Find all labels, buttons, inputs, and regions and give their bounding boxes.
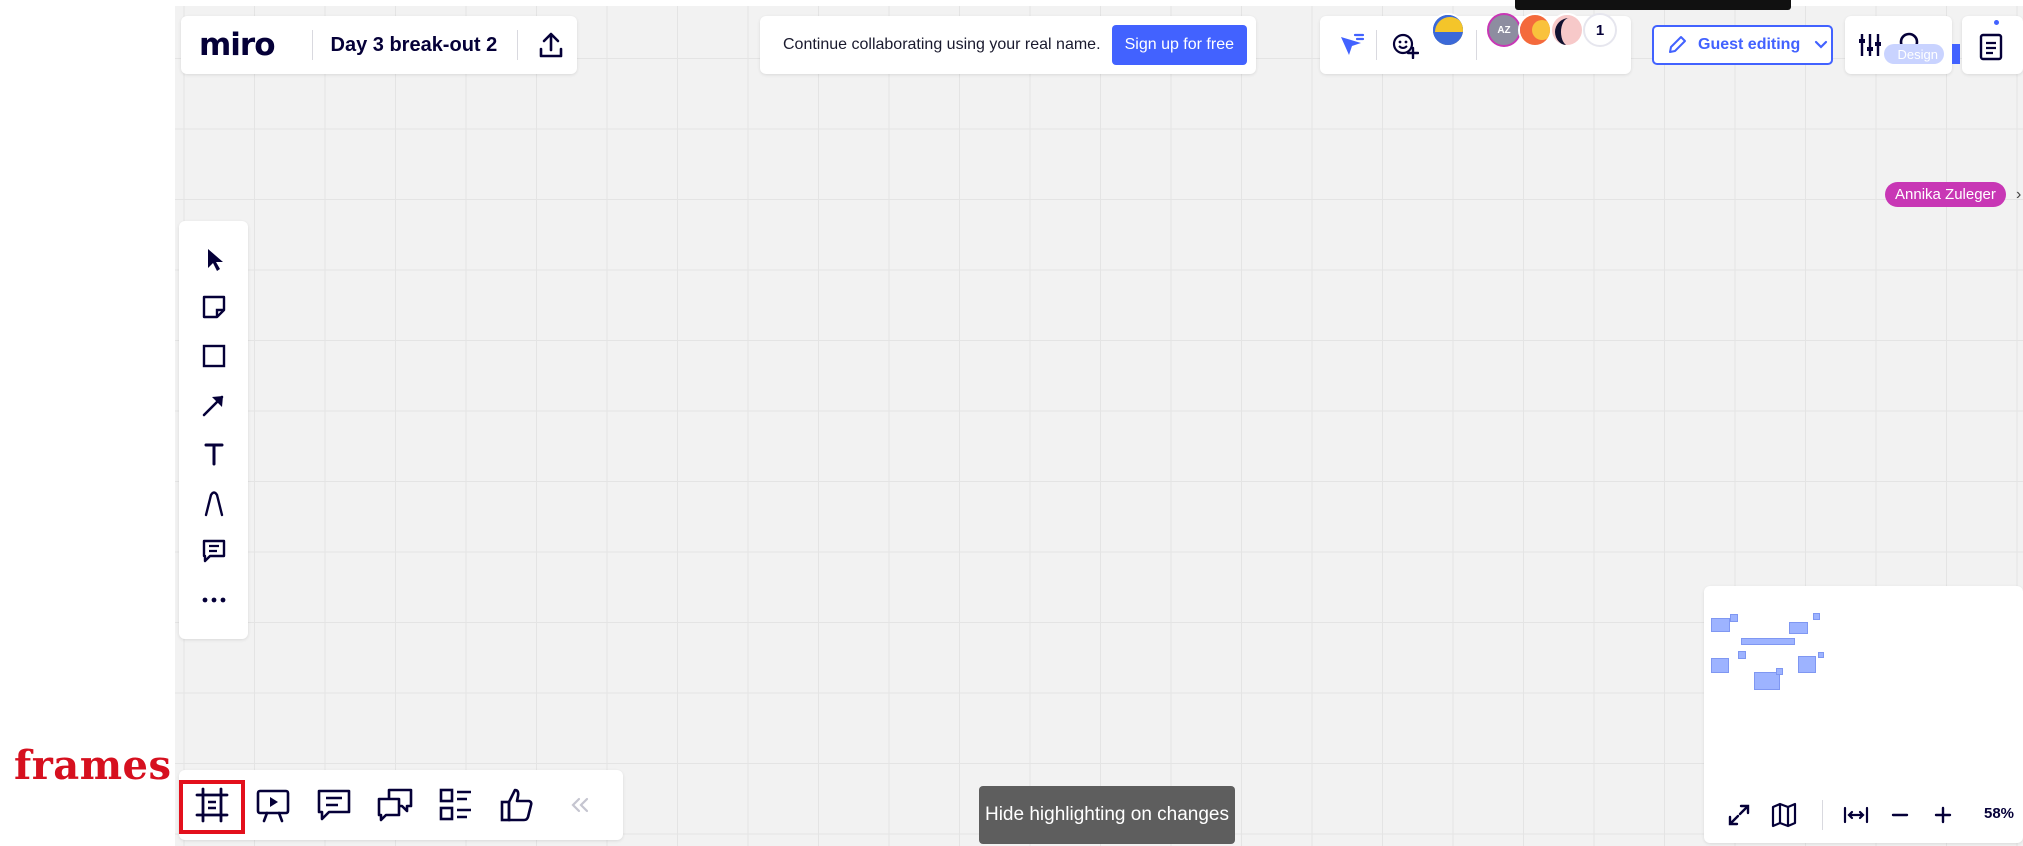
voting-icon[interactable] bbox=[486, 774, 548, 836]
presentation-icon[interactable] bbox=[242, 774, 304, 836]
collapse-toolbar-icon[interactable] bbox=[549, 774, 611, 836]
fullscreen-icon[interactable] bbox=[1724, 800, 1754, 830]
partial-presence-marker bbox=[1952, 44, 1960, 64]
select-tool-icon[interactable] bbox=[179, 235, 248, 283]
more-collaborators-count[interactable]: 1 bbox=[1583, 13, 1617, 47]
divider bbox=[311, 30, 313, 60]
banner-message: Continue collaborating using your real n… bbox=[783, 36, 1101, 53]
board-title[interactable]: Day 3 break-out 2 bbox=[331, 34, 498, 57]
board-header-panel: miro Day 3 break-out 2 bbox=[181, 16, 577, 74]
minimap-frame bbox=[1711, 618, 1730, 632]
sign-up-button[interactable]: Sign up for free bbox=[1111, 25, 1247, 65]
divider bbox=[1376, 30, 1377, 60]
hide-highlighting-toast[interactable]: Hide highlighting on changes bbox=[979, 786, 1235, 844]
minimap-frame bbox=[1813, 613, 1820, 620]
notification-dot bbox=[1994, 20, 1999, 25]
minimap-frame bbox=[1776, 668, 1783, 675]
notes-panel bbox=[1962, 16, 2023, 74]
collaborator-avatar[interactable] bbox=[1550, 13, 1584, 47]
settings-sliders-icon[interactable] bbox=[1855, 30, 1885, 60]
miro-board-screen: frames miro Day 3 break-out 2 Continue c… bbox=[0, 0, 2023, 846]
map-icon[interactable] bbox=[1769, 800, 1799, 830]
minimap-frame bbox=[1730, 614, 1738, 622]
minimap-frame bbox=[1741, 638, 1795, 645]
follow-cursor-icon[interactable] bbox=[1336, 30, 1366, 60]
divider bbox=[517, 30, 519, 60]
connection-line-icon[interactable] bbox=[179, 381, 248, 429]
more-tools-icon[interactable] bbox=[179, 576, 248, 624]
zoom-out-icon[interactable] bbox=[1885, 800, 1915, 830]
divider bbox=[1476, 30, 1477, 60]
minimap-frame bbox=[1798, 656, 1816, 673]
minimap-frame bbox=[1711, 658, 1729, 673]
minimap-frame bbox=[1789, 622, 1808, 634]
top-edge-bar bbox=[1515, 0, 1791, 10]
shape-tool-icon[interactable] bbox=[179, 332, 248, 380]
minimap-frame bbox=[1738, 651, 1746, 659]
divider bbox=[1822, 800, 1823, 830]
annotation-label: frames bbox=[14, 742, 172, 789]
cursor-arrow-icon: › bbox=[2016, 186, 2022, 203]
pen-tool-icon[interactable] bbox=[179, 479, 248, 527]
collaborator-avatar[interactable] bbox=[1518, 13, 1552, 47]
fit-to-screen-icon[interactable] bbox=[1841, 800, 1871, 830]
chevron-down-icon bbox=[1814, 40, 1828, 50]
zoom-level[interactable]: 58% bbox=[1984, 805, 2014, 822]
notes-icon[interactable] bbox=[1976, 30, 2006, 62]
pencil-icon bbox=[1666, 34, 1688, 56]
minimap-panel bbox=[1704, 586, 2023, 843]
sticky-note-icon[interactable] bbox=[179, 283, 248, 331]
my-avatar[interactable] bbox=[1431, 13, 1465, 47]
zoom-in-icon[interactable] bbox=[1928, 800, 1958, 830]
partial-presence-tag: Design bbox=[1884, 44, 1944, 64]
miro-logo[interactable]: miro bbox=[199, 27, 276, 63]
collaboration-toolbar bbox=[179, 770, 623, 840]
text-tool-icon[interactable] bbox=[179, 430, 248, 478]
signup-banner: Continue collaborating using your real n… bbox=[760, 16, 1256, 74]
comment-tool-icon[interactable] bbox=[179, 527, 248, 575]
frames-highlight-box bbox=[179, 780, 245, 834]
chat-icon[interactable] bbox=[364, 774, 426, 836]
export-icon[interactable] bbox=[536, 30, 566, 60]
creation-toolbar bbox=[179, 221, 248, 639]
reaction-add-icon[interactable] bbox=[1390, 30, 1420, 60]
guest-editing-label: Guest editing bbox=[1698, 36, 1801, 53]
collaborator-name-tag: Annika Zuleger bbox=[1885, 182, 2006, 207]
guest-editing-button[interactable]: Guest editing bbox=[1652, 25, 1833, 65]
board-outline-icon[interactable] bbox=[425, 774, 487, 836]
minimap-frame bbox=[1818, 652, 1824, 658]
comments-icon[interactable] bbox=[303, 774, 365, 836]
avatar-initials[interactable]: AZ bbox=[1487, 13, 1521, 47]
